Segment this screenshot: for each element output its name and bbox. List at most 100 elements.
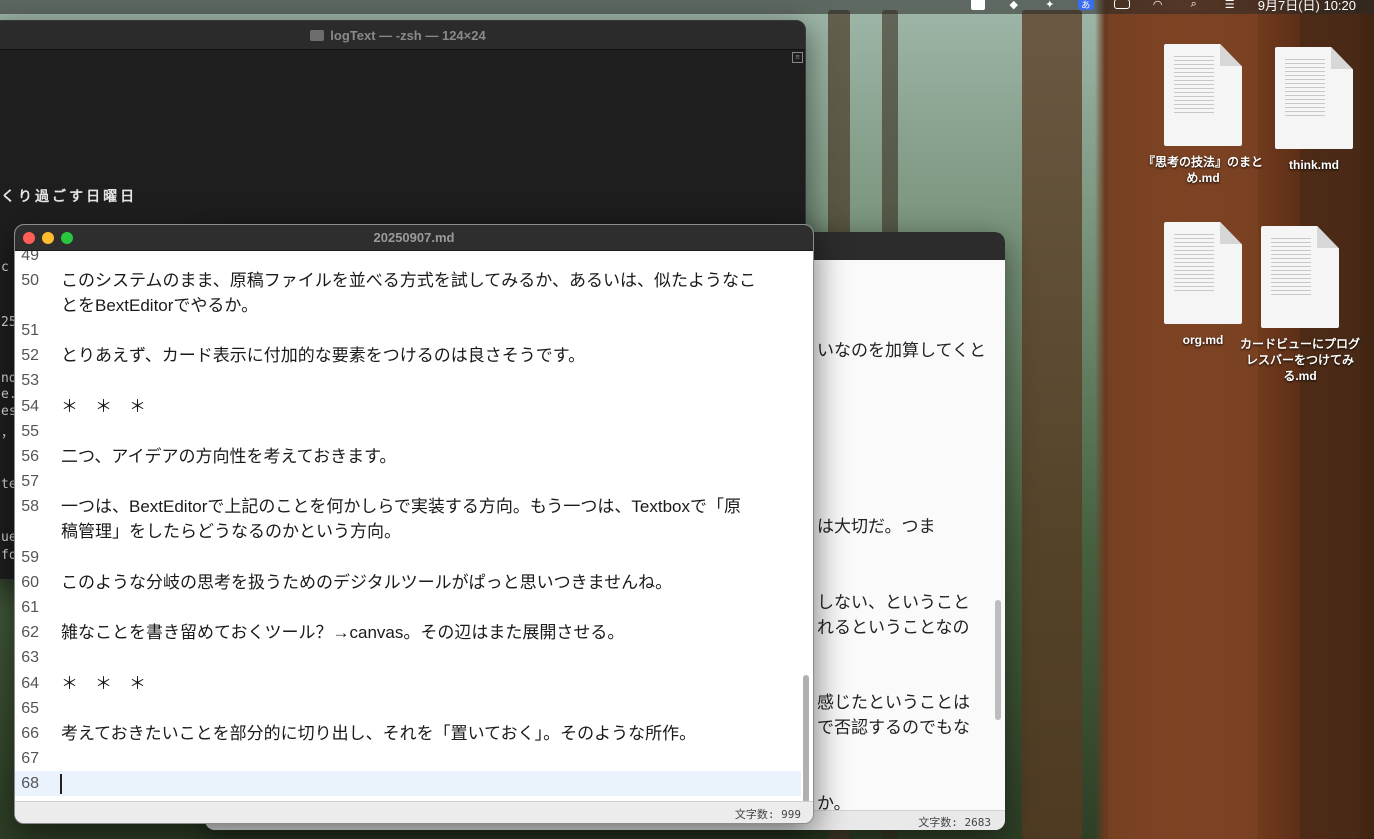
menu-bar: ◆ ✦ あ ◠ ⌕ ☰ 9月7日(日) 10:20 (0, 0, 1374, 14)
line-text: 二つ、アイデアの方向性を考えておきます。 (61, 447, 397, 466)
line-text: このような分岐の思考を扱うためのデジタルツールがぱっと思いつきませんね。 (61, 573, 673, 592)
line-number: 65 (21, 700, 39, 717)
scrollbar-thumb[interactable] (803, 675, 809, 803)
maximize-button[interactable] (61, 232, 73, 244)
terminal-title: logText — -zsh — 124×24 (330, 27, 486, 43)
line-number: 60 (21, 574, 39, 591)
editor-line[interactable]: 63 (15, 645, 801, 670)
line-number: 56 (21, 448, 39, 465)
desktop-file-icon[interactable]: 『思考の技法』のまとめ.md (1143, 44, 1263, 186)
document-icon (1275, 47, 1353, 149)
line-text: 雑なことを書き留めておくツール？→canvas。その辺はまた展開させる。 (61, 623, 625, 642)
terminal-titlebar[interactable]: logText — -zsh — 124×24 (0, 21, 805, 50)
line-number: 66 (21, 725, 39, 742)
desktop-file-icon[interactable]: カードビューにプログレスバーをつけてみる.md (1240, 226, 1360, 384)
editor-line[interactable]: 53 (15, 368, 801, 393)
text-fragment: れるということなの (817, 618, 970, 637)
editor-text-area[interactable]: 49 50 このシステムのまま、原稿ファイルを並べる方式を試してみるか、あるいは、… (15, 251, 813, 803)
editor-line[interactable]: 54 ＊ ＊ ＊ (15, 394, 801, 419)
battery-icon[interactable] (1113, 0, 1130, 10)
network-app-icon[interactable]: ✦ (1042, 0, 1058, 11)
line-number: 59 (21, 549, 39, 566)
editor-line[interactable]: 64 ＊ ＊ ＊ (15, 671, 801, 696)
search-icon[interactable]: ⌕ (1186, 0, 1202, 10)
editor-line[interactable]: 57 (15, 469, 801, 494)
editor-line[interactable]: 56 二つ、アイデアの方向性を考えておきます。 (15, 444, 801, 469)
file-label: カードビューにプログレスバーをつけてみる.md (1240, 337, 1361, 383)
desktop-file-icon[interactable]: think.md (1254, 47, 1374, 173)
editor-line[interactable]: 50 このシステムのまま、原稿ファイルを並べる方式を試してみるか、あるいは、似たよ… (15, 268, 801, 293)
line-number: 50 (21, 272, 39, 289)
line-text: このシステムのまま、原稿ファイルを並べる方式を試してみるか、あるいは、似たような… (61, 271, 756, 290)
terminal-text-fragment: ， (1, 426, 15, 441)
file-label: think.md (1289, 158, 1339, 172)
line-number: 62 (21, 624, 39, 641)
text-fragment: は大切だ。つま (817, 517, 936, 536)
line-text: 一つは、BextEditorで上記のことを何かしらで実装する方向。もう一つは、T… (61, 497, 741, 516)
app-status-icon[interactable] (970, 0, 986, 10)
text-fragment: いなのを加算してくと (817, 341, 986, 360)
text-fragment: しない、ということ (817, 593, 970, 612)
terminal-text-line: くり過ごす日曜日 (1, 189, 138, 205)
window-title: 20250907.md (373, 230, 455, 245)
editor-window[interactable]: 20250907.md 49 50 このシステムのまま、原稿ファイルを並べる方式を… (14, 224, 814, 824)
editor-line[interactable]: 52 とりあえず、カード表示に付加的な要素をつけるのは良さそうです。 (15, 343, 801, 368)
editor-line[interactable]: 55 (15, 419, 801, 444)
scrollbar-thumb[interactable] (995, 600, 1001, 720)
editor-line[interactable]: 51 (15, 318, 801, 343)
text-fragment: で否認するのでもな (817, 718, 970, 737)
line-number: 52 (21, 347, 39, 364)
text-fragment: 感じたということは (817, 693, 970, 712)
line-text: とをBextEditorでやるか。 (61, 296, 259, 315)
line-number: 61 (21, 599, 39, 616)
editor-line[interactable]: 58 一つは、BextEditorで上記のことを何かしらで実装する方向。もう一つは… (15, 494, 801, 519)
terminal-text-fragment: c (1, 260, 9, 275)
input-method-icon[interactable]: あ (1077, 0, 1094, 10)
line-number: 64 (21, 675, 39, 692)
editor-line[interactable]: 66 考えておきたいことを部分的に切り出し、それを「置いておく」。そのような所作。 (15, 721, 801, 746)
scroll-marker-icon[interactable]: ≡ (792, 52, 803, 63)
line-number: 58 (21, 498, 39, 515)
dropbox-icon[interactable]: ◆ (1006, 0, 1022, 11)
editor-line[interactable]: 61 (15, 595, 801, 620)
wifi-icon[interactable]: ◠ (1150, 0, 1166, 11)
status-bar: 文字数: 999 (15, 801, 813, 823)
line-number: 49 (21, 251, 39, 264)
close-button[interactable] (23, 232, 35, 244)
editor-line[interactable]: 65 (15, 696, 801, 721)
control-center-icon[interactable]: ☰ (1222, 0, 1238, 11)
line-text: ＊ ＊ ＊ (61, 397, 146, 416)
folder-icon (310, 29, 325, 41)
line-number: 55 (21, 423, 39, 440)
editor-titlebar[interactable]: 20250907.md (15, 225, 813, 251)
line-number: 53 (21, 372, 39, 389)
line-number: 67 (21, 750, 39, 767)
document-icon (1164, 222, 1242, 324)
menu-bar-clock[interactable]: 9月7日(日) 10:20 (1258, 0, 1356, 14)
line-text: 稿管理」をしたらどうなるのかという方向。 (61, 522, 401, 541)
line-number: 54 (21, 398, 39, 415)
line-number: 57 (21, 473, 39, 490)
line-number: 51 (21, 322, 39, 339)
editor-line[interactable]: 稿管理」をしたらどうなるのかという方向。 (15, 519, 801, 544)
menu-bar-status-area: ◆ ✦ あ ◠ ⌕ ☰ 9月7日(日) 10:20 (970, 0, 1356, 14)
text-caret (60, 774, 62, 794)
document-icon (1164, 44, 1242, 146)
line-text: 考えておきたいことを部分的に切り出し、それを「置いておく」。そのような所作。 (61, 724, 697, 743)
editor-line[interactable]: 60 このような分岐の思考を扱うためのデジタルツールがぱっと思いつきませんね。 (15, 570, 801, 595)
line-number: 68 (21, 775, 39, 792)
editor-line[interactable]: 49 (15, 251, 801, 268)
char-count: 文字数: 2683 (918, 816, 991, 829)
line-text: ＊ ＊ ＊ (61, 674, 146, 693)
editor-line[interactable]: とをBextEditorでやるか。 (15, 293, 801, 318)
minimize-button[interactable] (42, 232, 54, 244)
editor-line[interactable]: 62 雑なことを書き留めておくツール？→canvas。その辺はまた展開させる。 (15, 620, 801, 645)
editor-line[interactable]: 59 (15, 545, 801, 570)
char-count: 文字数: 999 (734, 808, 801, 821)
document-icon (1261, 226, 1339, 328)
current-editor-line[interactable]: 68 (15, 771, 801, 796)
file-label: 『思考の技法』のまとめ.md (1143, 155, 1264, 185)
line-number: 63 (21, 649, 39, 666)
line-text: とりあえず、カード表示に付加的な要素をつけるのは良さそうです。 (61, 346, 586, 365)
editor-line[interactable]: 67 (15, 746, 801, 771)
